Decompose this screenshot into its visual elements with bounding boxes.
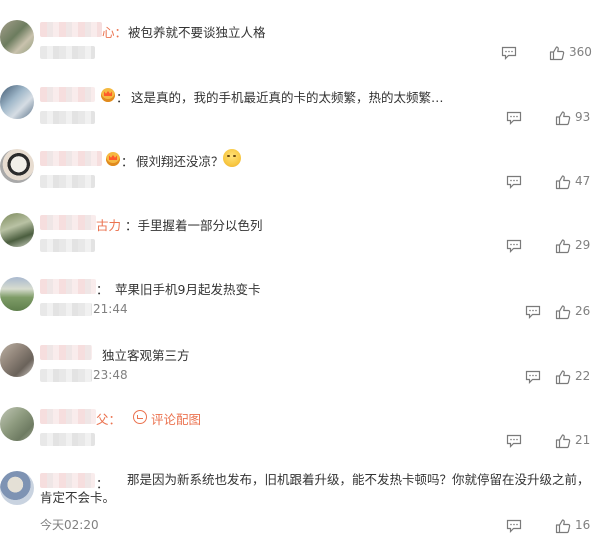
username-blurred[interactable]	[40, 409, 96, 424]
comment-icon[interactable]	[501, 46, 517, 60]
thumbs-up-icon	[555, 370, 571, 385]
comment-text: 那是因为新系统也发布，旧机跟着升级，能不发热卡顿吗？你就停留在没升级之前，肯定不…	[40, 472, 590, 505]
thumbs-up-icon	[555, 239, 571, 254]
image-icon[interactable]	[133, 410, 147, 424]
avatar[interactable]	[0, 85, 34, 119]
avatar[interactable]	[0, 407, 34, 441]
comment-icon[interactable]	[506, 519, 522, 533]
timestamp-blurred	[40, 369, 92, 382]
like-count: 47	[575, 174, 591, 188]
username-blurred[interactable]	[40, 87, 95, 102]
username-separator: ：	[116, 90, 129, 105]
smile-emoji-icon	[223, 149, 241, 167]
like-button[interactable]: 22	[555, 369, 600, 385]
timestamp-blurred	[40, 239, 95, 252]
comment-icon[interactable]	[506, 111, 522, 125]
avatar[interactable]	[0, 343, 34, 377]
like-count: 93	[575, 110, 591, 124]
comment-icon[interactable]	[506, 239, 522, 253]
like-button[interactable]: 93	[555, 110, 600, 126]
comment-image-link[interactable]: 评论配图	[151, 409, 201, 428]
username[interactable]: 心：	[102, 22, 127, 41]
like-count: 22	[575, 369, 591, 383]
thumbs-up-icon	[555, 111, 571, 126]
timestamp: 21:44	[93, 302, 128, 316]
comment-icon[interactable]	[506, 175, 522, 189]
timestamp: 23:48	[93, 368, 128, 382]
like-count: 360	[569, 45, 592, 59]
username-blurred[interactable]	[40, 22, 102, 37]
username-separator: ：	[121, 154, 134, 169]
username-blurred[interactable]	[40, 151, 102, 166]
username[interactable]: 古力	[96, 215, 121, 234]
like-count: 26	[575, 304, 591, 318]
avatar[interactable]	[0, 20, 34, 54]
thumbs-up-icon	[555, 175, 571, 190]
like-button[interactable]: 29	[555, 238, 600, 254]
timestamp-blurred	[40, 303, 92, 316]
comment-text: 假刘翔还没凉？	[136, 154, 224, 169]
like-button[interactable]: 26	[555, 304, 600, 320]
comment-icon[interactable]	[506, 434, 522, 448]
like-button[interactable]: 21	[555, 433, 600, 449]
thumbs-up-icon	[555, 519, 571, 534]
comment-icon[interactable]	[525, 305, 541, 319]
comment-text: 独立客观第三方	[102, 348, 190, 363]
username-blurred[interactable]	[40, 215, 96, 230]
username-blurred[interactable]	[40, 279, 96, 294]
like-count: 16	[575, 518, 591, 532]
thumbs-up-icon	[555, 305, 571, 320]
comment-text: 这是真的，我的手机最近真的卡的太频繁，热的太频繁…	[131, 90, 444, 105]
timestamp-blurred	[40, 433, 95, 446]
thumbs-up-icon	[555, 434, 571, 449]
username-blurred[interactable]	[40, 345, 92, 360]
avatar[interactable]	[0, 213, 34, 247]
timestamp: 今天02:20	[40, 518, 99, 532]
crown-badge-icon	[101, 88, 115, 102]
timestamp-blurred	[40, 46, 95, 59]
comment-text: 苹果旧手机9月起发热变卡	[115, 282, 261, 297]
comment-icon[interactable]	[525, 370, 541, 384]
like-button[interactable]: 360	[549, 45, 599, 61]
like-count: 21	[575, 433, 591, 447]
avatar[interactable]	[0, 277, 34, 311]
like-button[interactable]: 47	[555, 174, 600, 190]
thumbs-up-icon	[549, 46, 565, 61]
timestamp-blurred	[40, 111, 95, 124]
username-separator: ：	[96, 282, 109, 297]
avatar[interactable]	[0, 471, 34, 505]
avatar[interactable]	[0, 149, 34, 183]
crown-badge-icon	[106, 152, 120, 166]
like-button[interactable]: 16	[555, 518, 600, 534]
comment-text: 被包养就不要谈独立人格	[128, 25, 266, 40]
timestamp-blurred	[40, 175, 95, 188]
username[interactable]: 父：	[96, 409, 121, 428]
like-count: 29	[575, 238, 591, 252]
comment-text: ：手里握着一部分以色列	[125, 218, 263, 233]
